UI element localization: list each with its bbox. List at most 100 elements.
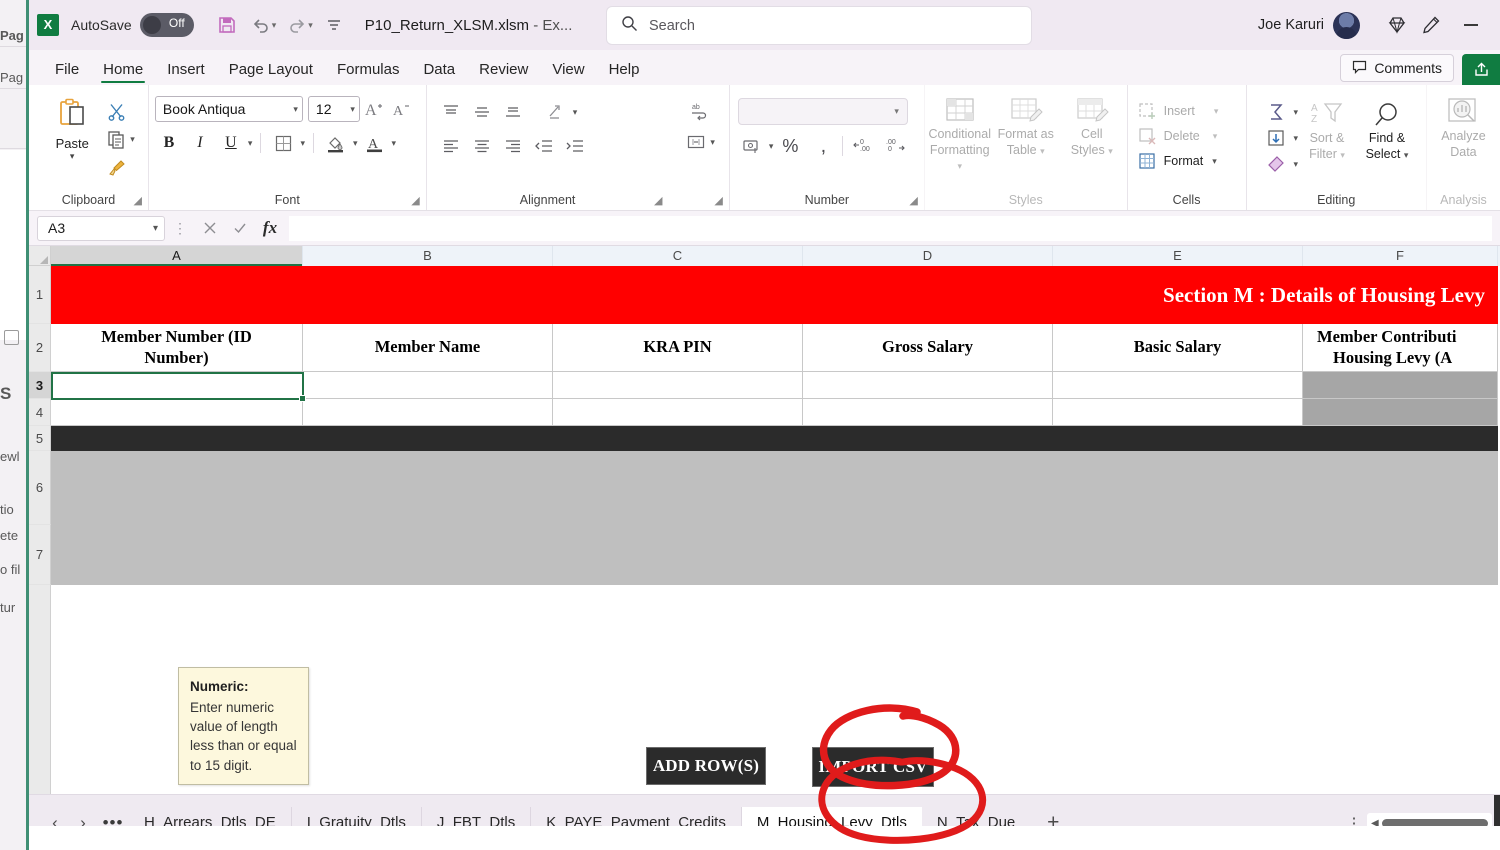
- format-as-table-button[interactable]: Format as Table ▾: [993, 97, 1059, 158]
- delete-caret-icon[interactable]: ▾: [1213, 131, 1218, 142]
- bold-button[interactable]: B: [155, 129, 183, 157]
- number-dialog-launcher-icon[interactable]: ◢: [909, 194, 917, 207]
- align-center-button[interactable]: [468, 132, 496, 160]
- shrink-font-button[interactable]: A: [388, 95, 416, 123]
- find-select-button[interactable]: Find & Select ▾: [1356, 99, 1418, 162]
- column-header-b[interactable]: B: [303, 246, 553, 266]
- name-box-options-icon[interactable]: ⋮: [165, 213, 195, 243]
- number-format-caret-icon[interactable]: ▾: [894, 106, 899, 117]
- section-title-cell[interactable]: Section M : Details of Housing Levy: [51, 266, 1498, 324]
- fill-color-button[interactable]: [322, 129, 350, 157]
- underline-caret-icon[interactable]: ▾: [248, 138, 253, 149]
- search-box[interactable]: [607, 7, 1031, 44]
- clear-button[interactable]: ▾: [1262, 151, 1298, 177]
- ribbon-tab-view[interactable]: View: [540, 61, 596, 85]
- row-header-3[interactable]: 3: [29, 372, 51, 399]
- cut-button[interactable]: [102, 97, 130, 125]
- cell-b3[interactable]: [303, 372, 553, 399]
- wrap-text-button[interactable]: ab: [685, 97, 713, 125]
- font-name-caret-icon[interactable]: ▾: [293, 104, 298, 115]
- insert-cells-button[interactable]: Insert ▾: [1138, 99, 1219, 124]
- cancel-icon[interactable]: [195, 213, 225, 243]
- ribbon-tab-review[interactable]: Review: [467, 61, 540, 85]
- font-size-combo[interactable]: 12 ▾: [307, 96, 360, 122]
- merge-and-center-button[interactable]: [682, 128, 710, 156]
- accounting-format-button[interactable]: [738, 132, 766, 160]
- comma-style-button[interactable]: ,: [807, 132, 835, 160]
- cell-d3[interactable]: [803, 372, 1053, 399]
- grow-font-button[interactable]: A: [360, 95, 388, 123]
- ribbon-tab-home[interactable]: Home: [91, 61, 155, 85]
- row-header-7[interactable]: 7: [29, 525, 51, 585]
- align-right-button[interactable]: [499, 132, 527, 160]
- header-cell-f[interactable]: Member Contributi Housing Levy (A: [1303, 324, 1498, 372]
- cell-b4[interactable]: [303, 399, 553, 426]
- confirm-icon[interactable]: [225, 213, 255, 243]
- minimize-icon[interactable]: [1448, 0, 1494, 50]
- cell-d4[interactable]: [803, 399, 1053, 426]
- orientation-caret-icon[interactable]: ▾: [573, 107, 578, 118]
- cell-a3[interactable]: [51, 372, 303, 399]
- insert-caret-icon[interactable]: ▾: [1214, 106, 1219, 117]
- font-dialog-launcher-icon[interactable]: ◢: [411, 194, 419, 207]
- sort-filter-button[interactable]: AZ Sort & Filter ▾: [1298, 99, 1356, 162]
- add-rows-button[interactable]: ADD ROW(S): [646, 747, 766, 785]
- avatar[interactable]: [1333, 11, 1360, 39]
- cell-e4[interactable]: [1053, 399, 1303, 426]
- copy-dropdown-caret-icon[interactable]: ▾: [130, 134, 135, 145]
- increase-decimal-button[interactable]: .00 0: [881, 132, 909, 160]
- select-all-corner[interactable]: [29, 246, 51, 266]
- align-top-button[interactable]: [437, 98, 465, 126]
- header-cell-a[interactable]: Member Number (ID Number): [51, 324, 303, 372]
- header-cell-b[interactable]: Member Name: [303, 324, 553, 372]
- row-header-6[interactable]: 6: [29, 451, 51, 525]
- clipboard-dialog-launcher-icon[interactable]: ◢: [133, 194, 141, 207]
- header-cell-d[interactable]: Gross Salary: [803, 324, 1053, 372]
- underline-button[interactable]: U: [217, 129, 245, 157]
- number-format-combo[interactable]: ▾: [737, 98, 908, 125]
- fill-color-caret-icon[interactable]: ▾: [353, 138, 358, 149]
- align-left-button[interactable]: [437, 132, 465, 160]
- format-cells-button[interactable]: Format ▾: [1138, 149, 1217, 174]
- undo-dropdown-caret-icon[interactable]: ▾: [272, 20, 277, 31]
- name-box-caret-icon[interactable]: ▾: [153, 223, 158, 234]
- cell-f4[interactable]: [1303, 399, 1498, 426]
- column-header-a[interactable]: A: [51, 246, 303, 266]
- name-box[interactable]: A3 ▾: [37, 215, 165, 241]
- font-name-combo[interactable]: Book Antiqua ▾: [154, 96, 303, 122]
- cell-c3[interactable]: [553, 372, 803, 399]
- borders-button[interactable]: [269, 129, 297, 157]
- font-size-caret-icon[interactable]: ▾: [350, 104, 355, 115]
- italic-button[interactable]: I: [186, 129, 214, 157]
- align-bottom-button[interactable]: [499, 98, 527, 126]
- decrease-indent-button[interactable]: [530, 132, 558, 160]
- row-header-1[interactable]: 1: [29, 266, 51, 324]
- share-button[interactable]: [1462, 54, 1500, 85]
- action-panel-row-7[interactable]: [51, 525, 1498, 585]
- font-color-caret-icon[interactable]: ▾: [392, 138, 397, 149]
- header-cell-c[interactable]: KRA PIN: [553, 324, 803, 372]
- column-header-c[interactable]: C: [553, 246, 803, 266]
- redo-dropdown-caret-icon[interactable]: ▾: [308, 20, 313, 31]
- alignment-dialog-launcher-icon[interactable]: ◢: [654, 194, 662, 207]
- save-icon[interactable]: [210, 8, 244, 42]
- conditional-formatting-button[interactable]: Conditional Formatting ▾: [927, 97, 993, 174]
- formula-input[interactable]: [289, 215, 1492, 241]
- paste-dropdown-caret-icon[interactable]: ▾: [70, 151, 75, 162]
- comments-button[interactable]: Comments: [1340, 54, 1454, 82]
- dark-separator-band[interactable]: [51, 426, 1498, 451]
- cell-styles-button[interactable]: Cell Styles ▾: [1059, 97, 1125, 158]
- format-caret-icon[interactable]: ▾: [1212, 156, 1217, 167]
- paste-button[interactable]: Paste ▾: [42, 95, 102, 162]
- align-middle-button[interactable]: [468, 98, 496, 126]
- font-color-button[interactable]: A: [361, 129, 389, 157]
- row-header-2[interactable]: 2: [29, 324, 51, 372]
- more-options-icon[interactable]: ⋮: [1341, 816, 1367, 831]
- autosum-button[interactable]: ▾: [1262, 99, 1298, 125]
- cell-e3[interactable]: [1053, 372, 1303, 399]
- ribbon-tab-data[interactable]: Data: [411, 61, 467, 85]
- orientation-button[interactable]: [542, 98, 570, 126]
- action-panel-row-6[interactable]: [51, 451, 1498, 525]
- format-painter-button[interactable]: [102, 153, 130, 181]
- copy-button[interactable]: [102, 125, 130, 153]
